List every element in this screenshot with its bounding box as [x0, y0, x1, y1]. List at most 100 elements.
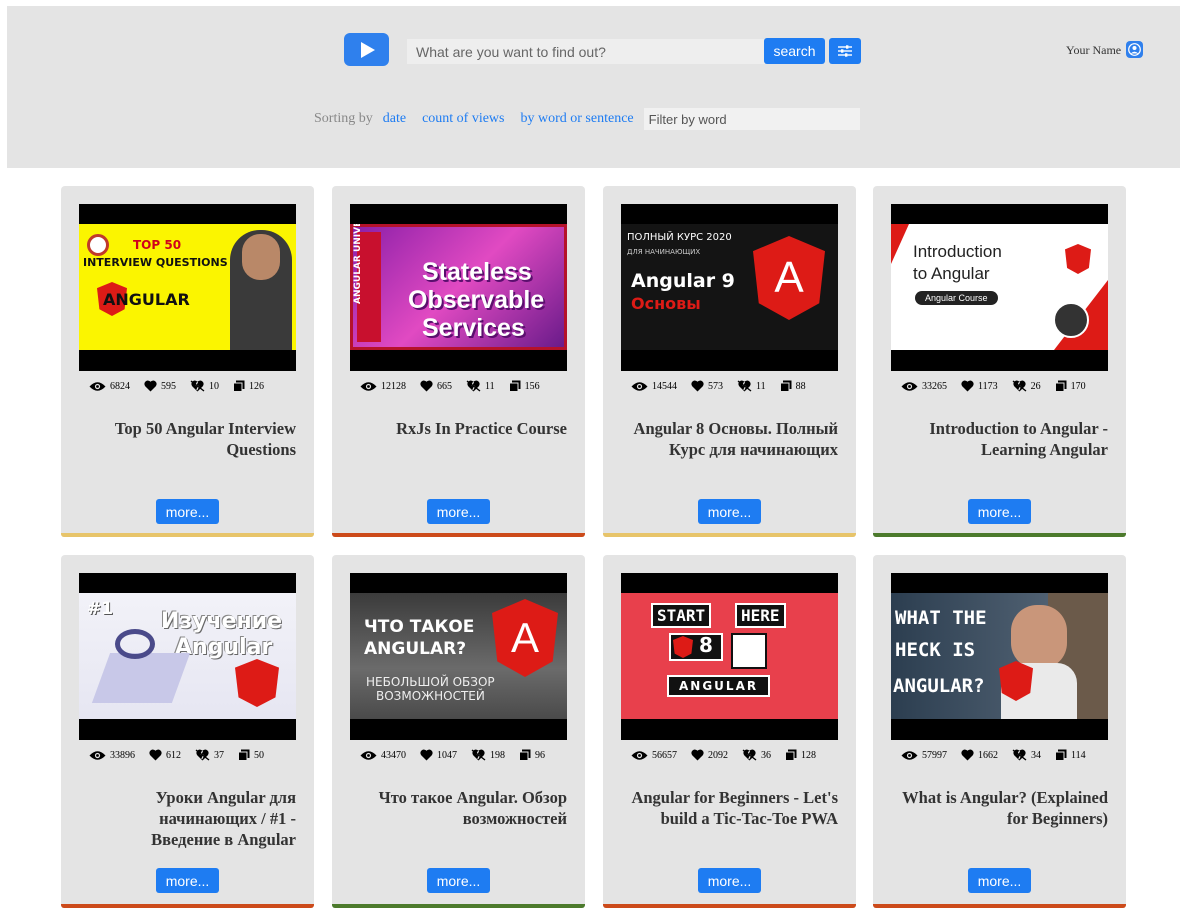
views-count: 14544: [652, 380, 677, 392]
dislike-icon: [190, 380, 205, 392]
comments-icon: [233, 380, 245, 392]
dislikes-count: 26: [1030, 380, 1041, 392]
comments-count: 126: [249, 380, 264, 392]
thumb-text: Angular Course: [915, 291, 998, 305]
video-thumbnail[interactable]: Introduction to Angular Angular Course: [891, 204, 1108, 371]
comments-count: 114: [1071, 749, 1086, 761]
like-icon: [961, 749, 974, 761]
video-card[interactable]: ANGULAR UNIVERSITY Stateless Observable …: [332, 186, 585, 537]
dislikes-count: 10: [209, 380, 219, 392]
likes-count: 573: [708, 380, 723, 392]
comments-count: 88: [795, 380, 806, 392]
video-stats: 57997 1662 34 114: [901, 745, 1101, 765]
card-accent-bar: [603, 904, 856, 908]
sort-by-word-link[interactable]: by word or sentence: [521, 111, 634, 127]
views-count: 33265: [922, 380, 947, 392]
video-thumbnail[interactable]: ANGULAR UNIVERSITY Stateless Observable …: [350, 204, 567, 371]
video-card[interactable]: #1 Изучение Angular 33896 612 37 50 Урок…: [61, 555, 314, 908]
comments-count: 96: [535, 749, 545, 761]
video-thumbnail[interactable]: START HERE 8 ANGULAR: [621, 573, 838, 740]
more-button[interactable]: more...: [698, 868, 761, 893]
video-stats: 33265 1173 26 170: [901, 376, 1101, 396]
likes-count: 612: [166, 749, 181, 761]
thumb-text: TOP 50: [133, 238, 182, 252]
views-icon: [89, 381, 106, 391]
video-title: RxJs In Practice Course: [396, 419, 567, 438]
views-icon: [631, 381, 648, 391]
card-accent-bar: [332, 533, 585, 537]
likes-count: 1662: [978, 749, 998, 761]
card-accent-bar: [61, 904, 314, 908]
more-button[interactable]: more...: [968, 499, 1031, 524]
video-title: Что такое Angular. Обзор возможностей: [378, 788, 567, 828]
video-thumbnail[interactable]: TOP 50 INTERVIEW QUESTIONS ANGULAR: [79, 204, 296, 371]
video-stats: 12128 665 11 156: [360, 376, 560, 396]
likes-count: 1047: [437, 749, 457, 761]
likes-count: 665: [437, 380, 452, 392]
video-stats: 56657 2092 36 128: [631, 745, 831, 765]
more-button[interactable]: more...: [427, 868, 490, 893]
dislike-icon: [1012, 380, 1027, 392]
user-name[interactable]: Your Name: [1066, 43, 1121, 58]
comments-icon: [785, 749, 797, 761]
video-card[interactable]: ПОЛНЫЙ КУРС 2020 ДЛЯ НАЧИНАЮЩИХ Angular …: [603, 186, 856, 537]
video-card[interactable]: WHAT THE HECK IS ANGULAR? 57997 1662 34 …: [873, 555, 1126, 908]
play-logo-icon[interactable]: [344, 33, 389, 66]
dislike-icon: [737, 380, 752, 392]
sort-by-date-link[interactable]: date: [383, 111, 406, 127]
search-button[interactable]: search: [764, 38, 825, 64]
like-icon: [691, 749, 704, 761]
dislike-icon: [1012, 749, 1027, 761]
more-button[interactable]: more...: [427, 499, 490, 524]
thumb-text: to Angular: [913, 264, 990, 283]
thumb-text: ANGULAR: [667, 675, 771, 697]
thumb-text: Angular 9: [631, 270, 735, 292]
views-icon: [901, 750, 918, 760]
video-thumbnail[interactable]: WHAT THE HECK IS ANGULAR?: [891, 573, 1108, 740]
video-card[interactable]: TOP 50 INTERVIEW QUESTIONS ANGULAR 6824 …: [61, 186, 314, 537]
like-icon: [144, 380, 157, 392]
more-button[interactable]: more...: [968, 868, 1031, 893]
sort-by-views-link[interactable]: count of views: [422, 111, 504, 127]
video-card[interactable]: Introduction to Angular Angular Course 3…: [873, 186, 1126, 537]
more-button[interactable]: more...: [156, 868, 219, 893]
video-stats: 43470 1047 198 96: [360, 745, 560, 765]
video-card[interactable]: START HERE 8 ANGULAR 56657 2092 36 128 A…: [603, 555, 856, 908]
thumb-text: HERE: [735, 603, 786, 628]
more-button[interactable]: more...: [698, 499, 761, 524]
card-accent-bar: [873, 904, 1126, 908]
thumb-text: ANGULAR UNIVERSITY: [353, 224, 363, 304]
thumb-text: WHAT THE: [895, 607, 987, 629]
views-count: 12128: [381, 380, 406, 392]
user-avatar-icon[interactable]: [1126, 41, 1143, 58]
dislike-icon: [742, 749, 757, 761]
video-title: Уроки Angular для начинающих / #1 - Введ…: [151, 788, 296, 849]
thumb-text: Stateless: [422, 258, 532, 286]
thumb-text: Introduction: [913, 242, 1002, 261]
thumb-text: Изучение: [161, 609, 283, 634]
dislikes-count: 37: [214, 749, 224, 761]
comments-icon: [779, 380, 792, 392]
thumb-text: 8: [699, 633, 713, 657]
thumb-text: ДЛЯ НАЧИНАЮЩИХ: [627, 248, 701, 256]
filter-settings-button[interactable]: [829, 38, 861, 64]
comments-count: 170: [1070, 380, 1086, 392]
thumb-text: Основы: [631, 294, 701, 313]
dislikes-count: 11: [756, 380, 766, 392]
more-button[interactable]: more...: [156, 499, 219, 524]
video-thumbnail[interactable]: #1 Изучение Angular: [79, 573, 296, 740]
thumb-text: INTERVIEW QUESTIONS: [83, 256, 228, 269]
thumb-text: Observable: [408, 286, 545, 314]
views-icon: [89, 750, 106, 760]
filter-by-word-input[interactable]: [643, 108, 860, 130]
views-count: 43470: [381, 749, 406, 761]
video-thumbnail[interactable]: ЧТО ТАКОЕ ANGULAR? НЕБОЛЬШОЙ ОБЗОР ВОЗМО…: [350, 573, 567, 740]
video-card[interactable]: ЧТО ТАКОЕ ANGULAR? НЕБОЛЬШОЙ ОБЗОР ВОЗМО…: [332, 555, 585, 908]
thumb-text: ВОЗМОЖНОСТЕЙ: [376, 689, 485, 703]
sorting-bar: Sorting by date count of views by word o…: [314, 108, 860, 130]
search-input[interactable]: [407, 39, 765, 64]
likes-count: 2092: [708, 749, 728, 761]
views-icon: [631, 750, 648, 760]
views-icon: [901, 381, 918, 391]
video-thumbnail[interactable]: ПОЛНЫЙ КУРС 2020 ДЛЯ НАЧИНАЮЩИХ Angular …: [621, 204, 838, 371]
